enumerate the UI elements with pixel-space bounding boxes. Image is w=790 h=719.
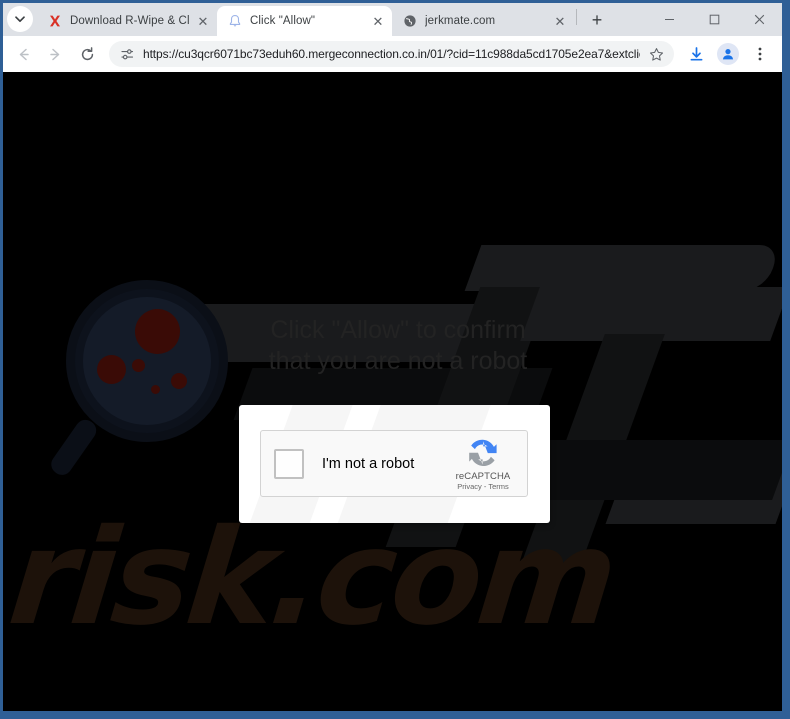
captcha-card: I'm not a robot reCAPTCHA Privacy - Term… [239,405,550,523]
maximize-icon [709,14,720,24]
browser-window-frame: Download R-Wipe & Clean 20.0 ✕ Click "Al… [0,0,790,719]
reload-button[interactable] [73,40,101,68]
tab-close-button[interactable]: ✕ [195,13,211,29]
page-viewport: risk.com Click "Allow" to confirm that y… [3,72,782,711]
person-icon [722,49,734,60]
tab-close-button[interactable]: ✕ [552,13,568,29]
close-icon [754,14,765,24]
browser-window: Download R-Wipe & Clean 20.0 ✕ Click "Al… [3,3,782,711]
chevron-down-icon [15,16,25,23]
recaptcha-privacy-terms[interactable]: Privacy - Terms [447,482,519,491]
close-window-button[interactable] [737,3,782,35]
page-headline: Click "Allow" to confirm that you are no… [268,316,528,375]
recaptcha-branding: reCAPTCHA Privacy - Terms [447,437,519,490]
back-button[interactable] [9,40,37,68]
three-dot-menu-icon [758,47,762,61]
arrow-right-icon [49,48,59,60]
germ-dot [171,373,187,389]
avatar [717,43,739,65]
recaptcha-logo-icon [469,439,497,467]
germ-dot [151,385,160,394]
address-bar[interactable]: https://cu3qcr6071bc73eduh60.mergeconnec… [109,41,674,67]
minimize-button[interactable] [647,3,692,35]
r-tools-x-icon [47,13,63,29]
tab-click-allow[interactable]: Click "Allow" ✕ [217,6,392,36]
recaptcha-checkbox[interactable] [274,448,304,479]
germ-dot [97,355,126,384]
magnifier-lens [83,297,211,425]
magnifier-handle [47,415,101,479]
magnifier-ring [66,280,228,442]
new-tab-button[interactable]: + [583,6,611,34]
tab-close-button[interactable]: ✕ [370,13,386,29]
site-settings-icon[interactable] [119,46,135,62]
globe-icon [402,13,418,29]
downloads-button[interactable] [683,41,709,67]
bell-icon [227,13,243,29]
profile-button[interactable] [715,41,741,67]
bookmark-star-icon[interactable] [646,44,666,64]
recaptcha-widget[interactable]: I'm not a robot reCAPTCHA Privacy - Term… [260,430,528,497]
browser-toolbar: https://cu3qcr6071bc73eduh60.mergeconnec… [3,36,782,72]
download-icon [690,46,702,61]
arrow-left-icon [19,48,29,60]
window-controls [647,3,782,35]
tab-strip: Download R-Wipe & Clean 20.0 ✕ Click "Al… [3,3,782,36]
tab-jerkmate[interactable]: jerkmate.com ✕ [392,6,574,36]
url-text: https://cu3qcr6071bc73eduh60.mergeconnec… [143,47,640,61]
recaptcha-brand-name: reCAPTCHA [455,471,511,482]
tab-search-button[interactable] [7,6,33,32]
tab-title: Click "Allow" [250,15,316,27]
reload-icon [81,46,93,60]
tab-title: Download R-Wipe & Clean 20.0 [70,15,189,27]
tab-separator [576,8,577,25]
forward-button[interactable] [41,40,69,68]
tab-title: jerkmate.com [425,15,496,27]
tab-download-r-wipe-clean[interactable]: Download R-Wipe & Clean 20.0 ✕ [37,6,217,36]
magnifier-scan-icon [47,280,231,480]
maximize-button[interactable] [692,3,737,35]
chrome-menu-button[interactable] [747,41,773,67]
minimize-icon [665,18,674,20]
germ-dot [135,309,180,354]
risk-com-wordmark: risk.com [3,501,621,655]
germ-dot [132,359,145,372]
recaptcha-label: I'm not a robot [322,455,415,472]
